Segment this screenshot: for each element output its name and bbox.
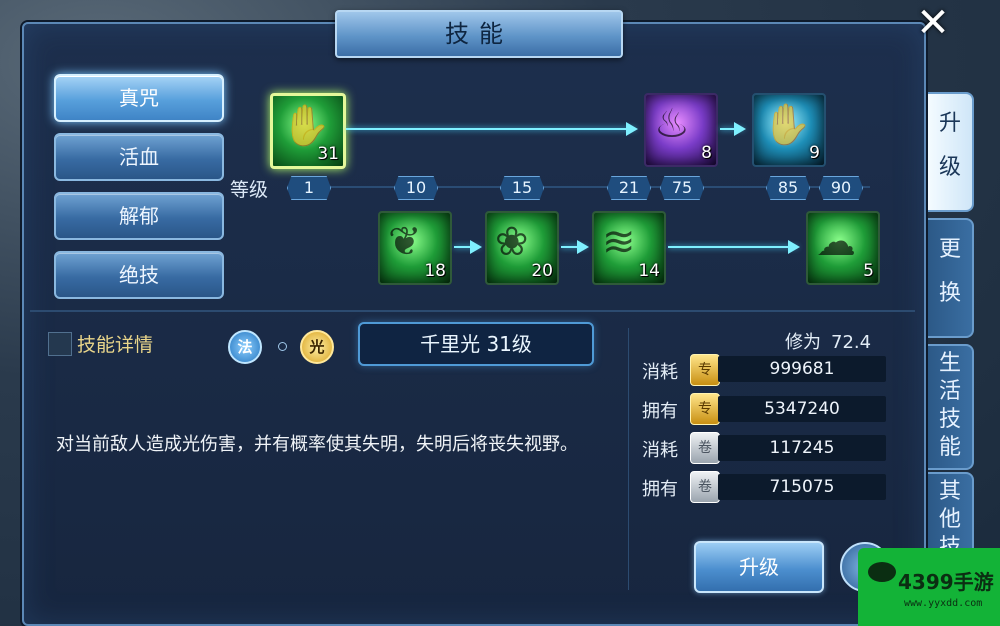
window-title: 技能: [335, 10, 623, 58]
category-huoxue-button[interactable]: 活血: [54, 133, 224, 181]
cultivation: 修为 72.4: [785, 328, 871, 354]
cultivation-value: 72.4: [831, 332, 872, 353]
skill-node[interactable]: ≋ 14: [592, 211, 666, 285]
section-divider: [30, 310, 915, 312]
skill-node[interactable]: ✋ 9: [752, 93, 826, 167]
column-divider: [628, 328, 629, 590]
tab-replace-char: 更: [938, 237, 961, 262]
skill-detail-checkbox[interactable]: [48, 332, 72, 356]
tab-other-char: 其: [938, 479, 961, 504]
resource-value: 715075: [718, 474, 886, 500]
skill-node[interactable]: ❀ 20: [485, 211, 559, 285]
tree-arrow: [346, 122, 638, 136]
tab-life-char: 能: [938, 435, 961, 460]
resource-value: 117245: [718, 435, 886, 461]
resource-label: 拥有: [642, 401, 678, 422]
vine-icon: ❦: [388, 219, 422, 265]
tab-replace-char: 换: [938, 281, 961, 306]
tab-replace[interactable]: 更 换: [928, 218, 974, 338]
separator-dot: [278, 342, 287, 351]
level-marker: 75: [660, 176, 704, 200]
skill-detail-label: 技能详情: [77, 334, 154, 356]
skill-node[interactable]: ♨ 8: [644, 93, 718, 167]
tree-arrow: [561, 240, 589, 254]
skill-level: 14: [638, 261, 660, 281]
skill-node[interactable]: ❦ 18: [378, 211, 452, 285]
level-label: 等级: [230, 179, 269, 201]
skill-level: 18: [424, 261, 446, 281]
light-element-icon: 光: [300, 330, 334, 364]
tree-arrow: [720, 122, 746, 136]
level-marker: 21: [607, 176, 651, 200]
tab-other-char: 他: [938, 507, 961, 532]
skill-name: 千里光 31级: [358, 322, 594, 366]
category-zhenzhou-button[interactable]: 真咒: [54, 74, 224, 122]
exp-book-icon: 专: [690, 393, 720, 425]
resource-label: 消耗: [642, 440, 678, 461]
orb-cluster-icon: ❀: [495, 219, 529, 265]
skill-level: 31: [317, 144, 339, 164]
skill-level: 8: [701, 143, 712, 163]
skill-level: 5: [863, 261, 874, 281]
scroll-icon: 卷: [690, 432, 720, 464]
tab-life-char: 活: [938, 379, 961, 404]
upgrade-button[interactable]: 升级: [694, 541, 824, 593]
watermark-url: www.yyxdd.com: [904, 598, 983, 609]
category-jieyu-button[interactable]: 解郁: [54, 192, 224, 240]
skill-node[interactable]: ☁ 5: [806, 211, 880, 285]
gamepad-icon: [868, 562, 896, 582]
category-jueji-button[interactable]: 绝技: [54, 251, 224, 299]
tree-arrow: [668, 240, 800, 254]
close-icon[interactable]: ✕: [913, 3, 953, 44]
cultivation-label: 修为: [785, 332, 821, 353]
exp-book-icon: 专: [690, 354, 720, 386]
tab-upgrade-char: 升: [938, 111, 961, 136]
purple-flame-hand-icon: ♨: [654, 101, 690, 147]
tab-upgrade[interactable]: 升 级: [928, 92, 974, 212]
resource-label: 拥有: [642, 479, 678, 500]
skill-level: 20: [531, 261, 553, 281]
level-marker: 10: [394, 176, 438, 200]
tab-other-skills[interactable]: 其 他 技: [928, 472, 974, 560]
level-marker: 90: [819, 176, 863, 200]
tab-life-char: 技: [938, 407, 961, 432]
tab-upgrade-char: 级: [938, 155, 961, 180]
skill-level: 9: [809, 143, 820, 163]
resource-value: 5347240: [718, 396, 886, 422]
watermark-logo: 4399手游: [898, 570, 994, 594]
magic-type-icon: 法: [228, 330, 262, 364]
skill-description: 对当前敌人造成光伤害，并有概率使其失明，失明后将丧失视野。: [56, 434, 578, 455]
tab-life-char: 生: [938, 351, 961, 376]
resource-label: 消耗: [642, 362, 678, 383]
level-marker: 15: [500, 176, 544, 200]
skill-node[interactable]: ✋ 31: [270, 93, 346, 169]
level-marker: 85: [766, 176, 810, 200]
cyan-orb-hand-icon: ✋: [762, 102, 812, 148]
resource-value: 999681: [718, 356, 886, 382]
grasp-hand-icon: ✋: [281, 103, 331, 149]
tree-arrow: [454, 240, 482, 254]
tab-life-skills[interactable]: 生 活 技 能: [928, 344, 974, 470]
wave-icon: ≋: [602, 219, 636, 265]
level-marker: 1: [287, 176, 331, 200]
scroll-icon: 卷: [690, 471, 720, 503]
wind-swirl-icon: ☁: [816, 219, 856, 265]
